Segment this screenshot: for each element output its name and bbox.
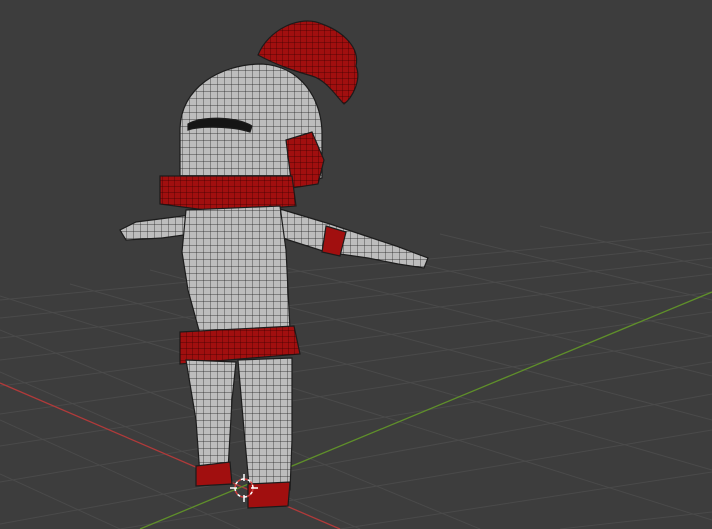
left-boot xyxy=(195,461,233,487)
floor-grid xyxy=(0,225,712,529)
right-boot xyxy=(247,481,291,509)
viewport-canvas[interactable] xyxy=(0,0,712,529)
knight-model[interactable] xyxy=(119,20,429,509)
3d-viewport[interactable] xyxy=(0,0,712,529)
